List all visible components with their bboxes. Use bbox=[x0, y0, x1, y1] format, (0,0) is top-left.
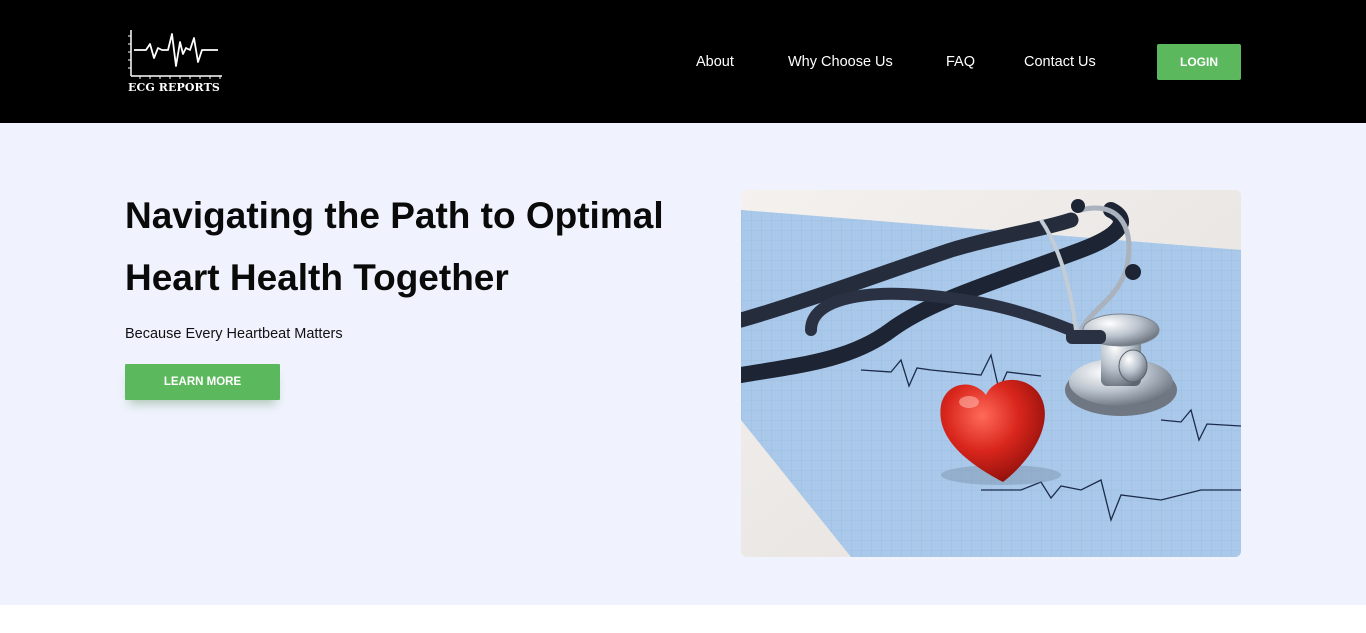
learn-more-button[interactable]: LEARN MORE bbox=[125, 364, 280, 400]
hero-section: Navigating the Path to Optimal Heart Hea… bbox=[0, 123, 1366, 605]
hero-subtitle: Because Every Heartbeat Matters bbox=[125, 326, 343, 342]
stethoscope-heart-photo bbox=[741, 190, 1241, 557]
hero-image bbox=[741, 190, 1241, 557]
nav-link-faq[interactable]: FAQ bbox=[946, 53, 975, 71]
site-header: ECG REPORTS About Why Choose Us FAQ Cont… bbox=[0, 0, 1366, 123]
nav-link-contact-us[interactable]: Contact Us bbox=[1024, 53, 1096, 71]
hero-title: Navigating the Path to Optimal Heart Hea… bbox=[125, 195, 664, 298]
nav-link-about[interactable]: About bbox=[696, 53, 734, 71]
login-button[interactable]: LOGIN bbox=[1157, 44, 1241, 80]
nav-link-why-choose-us[interactable]: Why Choose Us bbox=[788, 53, 893, 71]
